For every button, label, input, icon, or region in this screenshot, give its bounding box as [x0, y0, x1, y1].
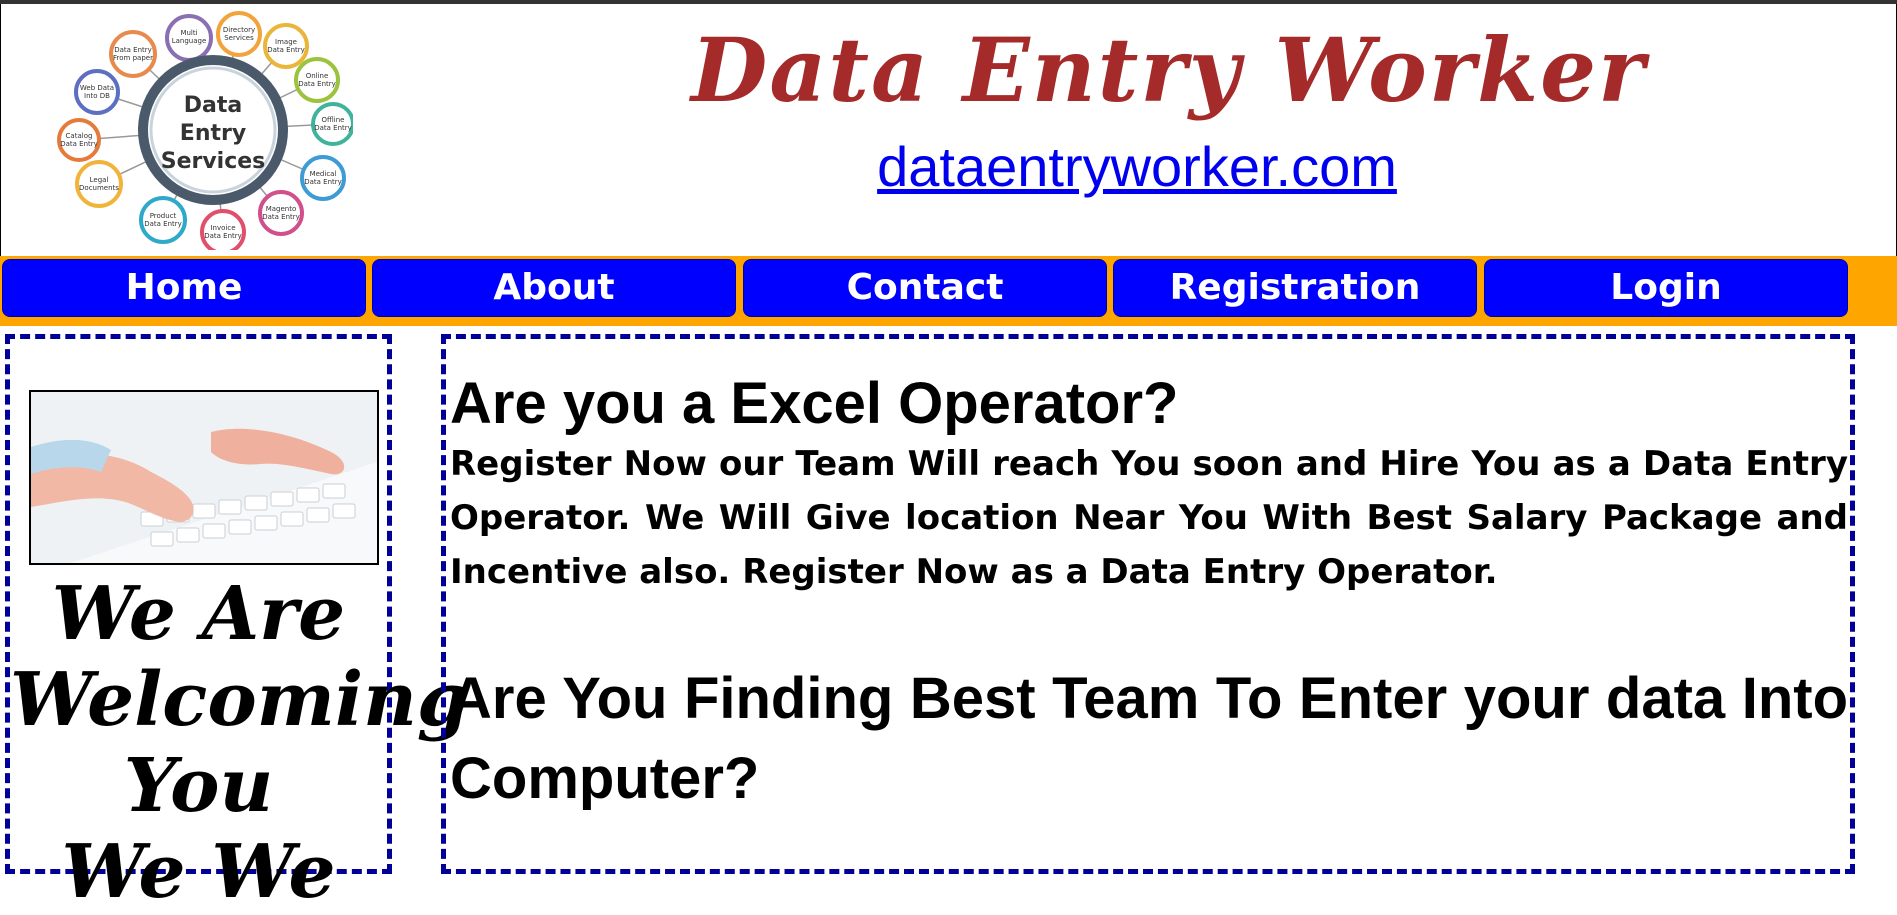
svg-text:Directory: Directory	[223, 26, 255, 34]
nav-about-button[interactable]: About	[372, 259, 736, 317]
svg-text:Magento: Magento	[266, 205, 297, 213]
svg-text:Online: Online	[306, 72, 329, 80]
svg-text:Catalog: Catalog	[66, 132, 93, 140]
excel-operator-heading: Are you a Excel Operator?	[450, 371, 1179, 436]
svg-text:Data Entry: Data Entry	[144, 220, 182, 228]
main-content: Are you a Excel Operator? Register Now o…	[441, 334, 1855, 874]
svg-text:Medical: Medical	[310, 170, 337, 178]
svg-text:Invoice: Invoice	[210, 224, 235, 232]
svg-text:Product: Product	[150, 212, 177, 220]
svg-text:Legal: Legal	[90, 176, 109, 184]
svg-text:Data Entry: Data Entry	[262, 213, 300, 221]
nav-home-button[interactable]: Home	[2, 259, 366, 317]
welcome-line: We We	[61, 829, 336, 915]
logo-center-line: Entry	[180, 121, 246, 146]
svg-text:Image: Image	[275, 38, 297, 46]
logo-center-line: Services	[161, 149, 266, 174]
svg-text:Data Entry: Data Entry	[60, 140, 98, 148]
svg-text:From paper: From paper	[113, 54, 153, 62]
data-entry-services-logo: MultiLanguage DirectoryServices ImageDat…	[57, 11, 353, 250]
svg-text:Services: Services	[224, 34, 254, 42]
logo-center-line: Data	[184, 93, 242, 118]
welcome-line: Welcoming	[10, 657, 469, 743]
welcome-message: We Are Welcoming You We We	[10, 571, 469, 915]
svg-text:Data Entry: Data Entry	[304, 178, 342, 186]
welcome-line: You	[123, 743, 274, 829]
site-title: Data Entry Worker	[691, 18, 1647, 122]
nav-registration-button[interactable]: Registration	[1113, 259, 1477, 317]
svg-text:Data Entry: Data Entry	[114, 46, 152, 54]
welcome-line: We Are	[51, 571, 346, 657]
svg-text:Data Entry: Data Entry	[267, 46, 305, 54]
svg-text:Multi: Multi	[180, 29, 197, 37]
svg-text:Documents: Documents	[79, 184, 119, 192]
site-url-link[interactable]: dataentryworker.com	[847, 134, 1427, 199]
svg-text:Data Entry: Data Entry	[204, 232, 242, 240]
svg-text:Web Data: Web Data	[80, 84, 114, 92]
svg-text:Into DB: Into DB	[84, 92, 110, 100]
svg-text:Data Entry: Data Entry	[314, 124, 352, 132]
excel-operator-paragraph: Register Now our Team Will reach You soo…	[450, 444, 1848, 592]
svg-text:Offline: Offline	[322, 116, 345, 124]
main-navigation: Home About Contact Registration Login	[0, 256, 1897, 326]
nav-contact-button[interactable]: Contact	[743, 259, 1107, 317]
svg-text:Language: Language	[172, 37, 207, 45]
best-team-heading: Are You Finding Best Team To Enter your …	[450, 666, 1848, 811]
site-header: Multi Language Directory Services Image Dat…	[0, 4, 1897, 258]
typing-hands-image	[29, 390, 379, 565]
sidebar: We Are Welcoming You We We	[5, 334, 469, 915]
nav-login-button[interactable]: Login	[1484, 259, 1848, 317]
svg-text:Data Entry: Data Entry	[298, 80, 336, 88]
